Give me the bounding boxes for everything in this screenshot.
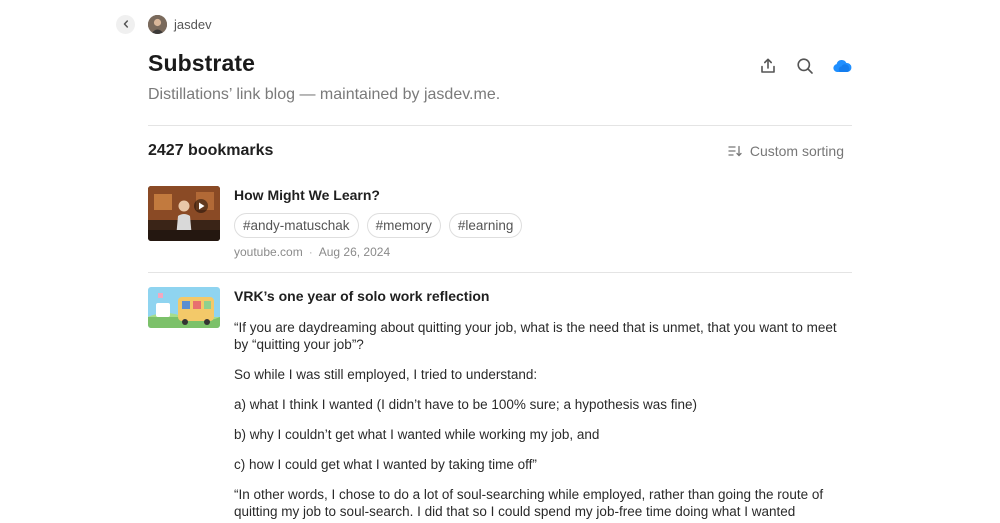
chevron-left-icon[interactable] (116, 14, 135, 34)
meta-separator: · (308, 245, 313, 259)
excerpt-paragraph: So while I was still employed, I tried t… (234, 367, 538, 382)
tag[interactable]: #andy-matuschak (234, 213, 359, 238)
page-title: Substrate (148, 50, 255, 76)
collection-header: Substrate Distillations’ link blog — mai… (148, 50, 852, 104)
excerpt-paragraph: “If you are daydreaming about quitting y… (234, 320, 837, 352)
sort-label: Custom sorting (749, 143, 844, 159)
bookmark-domain[interactable]: youtube.com (234, 245, 303, 259)
excerpt-paragraph: “In other words, I chose to do a lot of … (234, 487, 824, 519)
sort-icon (728, 145, 742, 157)
bookmark-title[interactable]: How Might We Learn? (234, 186, 852, 204)
tag[interactable]: #learning (448, 213, 523, 238)
page-subtitle: Distillations’ link blog — maintained by… (148, 86, 501, 103)
owner-name[interactable]: jasdev (174, 17, 212, 32)
bookmark-count: 2427 bookmarks (148, 142, 274, 159)
video-thumbnail[interactable] (148, 186, 220, 241)
bookmark-content: How Might We Learn? #andy-matuschak #mem… (234, 186, 852, 259)
tag-list: #andy-matuschak #memory #learning (234, 213, 852, 238)
excerpt-paragraph: a) what I think I wanted (I didn’t have … (234, 397, 698, 412)
search-icon[interactable] (795, 56, 815, 76)
avatar[interactable] (148, 14, 167, 34)
item-divider (148, 272, 852, 273)
share-icon[interactable] (758, 56, 778, 76)
bookmark-date: Aug 26, 2024 (318, 245, 391, 259)
bookmark-meta: youtube.com · Aug 26, 2024 (234, 245, 852, 259)
article-thumbnail[interactable] (148, 287, 220, 328)
top-bar: jasdev (116, 12, 212, 36)
bookmark-content: VRK’s one year of solo work reflection “… (234, 287, 852, 520)
excerpt-paragraph: b) why I couldn’t get what I wanted whil… (234, 427, 600, 442)
sort-button[interactable]: Custom sorting (728, 143, 844, 159)
header-actions (758, 56, 852, 76)
excerpt-paragraph: c) how I could get what I wanted by taki… (234, 457, 537, 472)
list-toolbar: 2427 bookmarks Custom sorting (148, 142, 852, 160)
tag[interactable]: #memory (366, 213, 441, 238)
list-item[interactable]: How Might We Learn? #andy-matuschak #mem… (148, 186, 852, 266)
bookmark-excerpt: “If you are daydreaming about quitting y… (234, 319, 852, 520)
bookmark-title[interactable]: VRK’s one year of solo work reflection (234, 287, 852, 305)
header-divider (148, 125, 852, 126)
cloud-icon[interactable] (832, 56, 852, 76)
list-item[interactable]: VRK’s one year of solo work reflection “… (148, 287, 852, 523)
